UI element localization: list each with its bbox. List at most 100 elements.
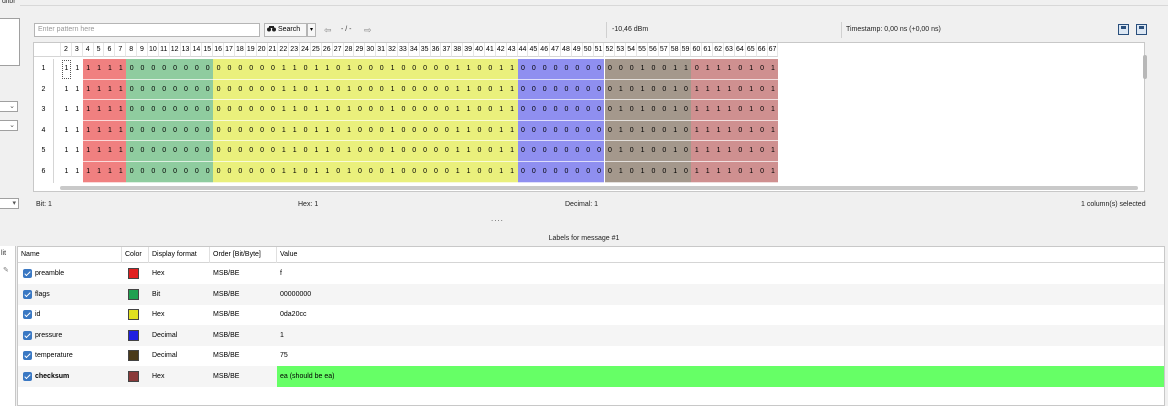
bit-cell[interactable]: 1 xyxy=(82,141,94,162)
bit-cell[interactable]: 1 xyxy=(702,120,714,142)
bit-cell[interactable]: 0 xyxy=(202,59,214,80)
bit-cell[interactable]: 1 xyxy=(321,100,333,121)
column-header[interactable]: 64 xyxy=(734,43,746,57)
column-header[interactable]: 55 xyxy=(637,43,648,57)
bit-cell[interactable]: 0 xyxy=(376,59,388,80)
bit-cell[interactable]: 0 xyxy=(365,141,377,162)
bit-cell[interactable]: 1 xyxy=(452,141,464,162)
bit-cell[interactable]: 0 xyxy=(734,79,746,101)
bit-cell[interactable]: 0 xyxy=(561,162,572,183)
bit-cell[interactable]: 0 xyxy=(332,59,344,80)
next-arrow-icon[interactable]: ⇨ xyxy=(364,23,372,37)
bit-cell[interactable]: 1 xyxy=(278,79,290,101)
bit-cell[interactable]: 0 xyxy=(332,100,344,121)
bit-cell[interactable]: 0 xyxy=(582,79,594,101)
bit-cell[interactable]: 1 xyxy=(61,100,72,121)
bit-cell[interactable]: 0 xyxy=(147,59,159,80)
bit-cell[interactable]: 0 xyxy=(300,59,311,80)
bit-cell[interactable]: 0 xyxy=(213,79,225,101)
bit-cell[interactable]: 1 xyxy=(463,141,475,162)
bit-cell[interactable]: 1 xyxy=(702,79,714,101)
bit-cell[interactable]: 1 xyxy=(745,162,757,183)
bit-cell[interactable]: 0 xyxy=(224,79,235,101)
bit-cell[interactable]: 1 xyxy=(387,141,398,162)
column-header[interactable]: 35 xyxy=(419,43,431,57)
bit-cell[interactable]: 1 xyxy=(71,162,83,183)
bit-cell[interactable]: 0 xyxy=(528,79,540,101)
column-header[interactable]: 66 xyxy=(756,43,768,57)
bit-cell[interactable]: 0 xyxy=(397,162,409,183)
column-header[interactable]: 61 xyxy=(702,43,714,57)
bit-cell[interactable]: 0 xyxy=(137,120,148,142)
bit-cell[interactable]: 0 xyxy=(397,79,409,101)
prev-arrow-icon[interactable]: ⇦ xyxy=(324,23,332,37)
bit-cell[interactable]: 1 xyxy=(506,120,518,142)
bit-cell[interactable]: 1 xyxy=(61,162,72,183)
bit-cell[interactable]: 0 xyxy=(169,100,181,121)
column-header[interactable]: 2 xyxy=(61,43,72,57)
bit-cell[interactable]: 0 xyxy=(571,120,583,142)
bit-cell[interactable]: 1 xyxy=(495,141,507,162)
bit-cell[interactable]: 1 xyxy=(724,141,735,162)
column-header[interactable]: 44 xyxy=(517,43,529,57)
bit-cell[interactable]: 0 xyxy=(234,100,246,121)
bit-cell[interactable]: 1 xyxy=(61,120,72,142)
bit-cell[interactable]: 0 xyxy=(180,120,192,142)
bit-cell[interactable]: 0 xyxy=(256,79,268,101)
color-swatch[interactable] xyxy=(128,329,139,341)
bit-cell[interactable]: 0 xyxy=(430,79,442,101)
column-header[interactable]: 11 xyxy=(158,43,170,57)
bit-cell[interactable]: 0 xyxy=(245,100,257,121)
bit-cell[interactable]: 0 xyxy=(561,120,572,142)
bit-cell[interactable]: 0 xyxy=(126,79,138,101)
bit-cell[interactable]: 0 xyxy=(224,100,235,121)
bit-cell[interactable]: 1 xyxy=(311,162,322,183)
bit-cell[interactable]: 0 xyxy=(376,79,388,101)
bit-cell[interactable]: 1 xyxy=(104,79,116,101)
bit-cell[interactable]: 1 xyxy=(71,141,83,162)
bit-cell[interactable]: 0 xyxy=(561,100,572,121)
bit-cell[interactable]: 1 xyxy=(615,100,627,121)
color-swatch[interactable] xyxy=(128,268,139,279)
bit-cell[interactable]: 1 xyxy=(713,100,725,121)
bit-cell[interactable]: 1 xyxy=(278,141,290,162)
bit-cell[interactable]: 0 xyxy=(756,120,768,142)
bit-cell[interactable]: 1 xyxy=(289,79,301,101)
bit-cell[interactable]: 1 xyxy=(669,141,681,162)
row-header[interactable]: 1 xyxy=(34,59,54,80)
column-header[interactable]: 8 xyxy=(126,43,138,57)
save-as-icon[interactable] xyxy=(1136,24,1147,35)
bit-cell[interactable]: 1 xyxy=(637,59,648,80)
bit-cell[interactable]: 1 xyxy=(702,162,714,183)
bit-cell[interactable]: 0 xyxy=(550,120,561,142)
bit-cell[interactable]: 1 xyxy=(745,79,757,101)
bit-cell[interactable]: 0 xyxy=(408,59,420,80)
bit-cell[interactable]: 0 xyxy=(137,59,148,80)
bit-cell[interactable]: 0 xyxy=(441,59,453,80)
bit-cell[interactable]: 0 xyxy=(224,141,235,162)
bit-cell[interactable]: 0 xyxy=(604,100,616,121)
bit-cell[interactable]: 0 xyxy=(202,141,214,162)
bit-cell[interactable]: 1 xyxy=(745,120,757,142)
bit-cell[interactable]: 1 xyxy=(713,141,725,162)
bit-cell[interactable]: 1 xyxy=(71,100,83,121)
bit-cell[interactable]: 0 xyxy=(147,141,159,162)
column-header[interactable]: 19 xyxy=(245,43,257,57)
bit-cell[interactable]: 0 xyxy=(593,59,605,80)
bit-cell[interactable]: 0 xyxy=(582,100,594,121)
bit-cell[interactable]: 1 xyxy=(61,79,72,101)
bit-cell[interactable]: 0 xyxy=(376,120,388,142)
bit-cell[interactable]: 1 xyxy=(278,120,290,142)
column-header[interactable]: 5 xyxy=(93,43,105,57)
column-header[interactable]: 57 xyxy=(658,43,670,57)
bit-cell[interactable]: 0 xyxy=(517,100,529,121)
bit-cell[interactable]: 1 xyxy=(61,141,72,162)
bit-cell[interactable]: 1 xyxy=(343,59,355,80)
bit-cell[interactable]: 1 xyxy=(82,79,94,101)
bit-cell[interactable]: 0 xyxy=(300,120,311,142)
bit-cell[interactable]: 0 xyxy=(734,100,746,121)
bit-cell[interactable]: 0 xyxy=(147,79,159,101)
bit-cell[interactable]: 0 xyxy=(256,141,268,162)
bit-cell[interactable]: 1 xyxy=(452,120,464,142)
bit-cell[interactable]: 0 xyxy=(484,100,496,121)
